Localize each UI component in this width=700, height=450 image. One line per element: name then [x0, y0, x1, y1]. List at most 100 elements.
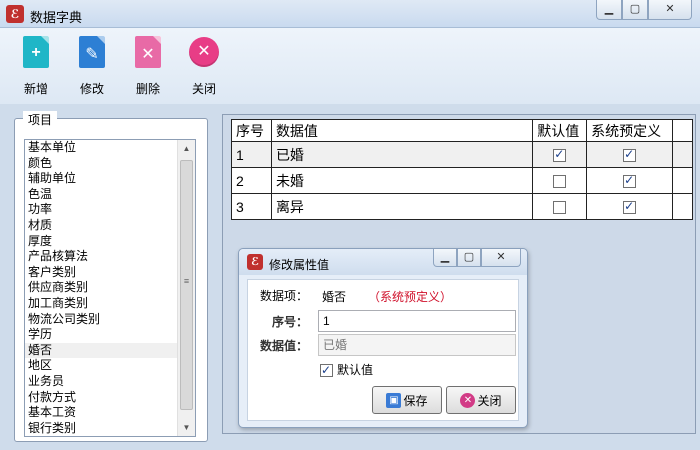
col-header-filler	[671, 119, 694, 142]
list-item[interactable]: 银行类别	[25, 421, 177, 436]
dialog-title-bar: ℰ 修改属性值 ▁ ▢ ✕	[239, 249, 527, 275]
col-header-system[interactable]: 系统预定义	[586, 119, 673, 142]
close-circle-icon: ✕	[189, 37, 219, 67]
grip-icon: ≡	[183, 276, 190, 286]
delete-button[interactable]: ✕ 删除	[124, 36, 172, 97]
list-item[interactable]: 付款方式	[25, 390, 177, 406]
table-row[interactable]: 3 离异	[231, 193, 694, 220]
col-header-seq[interactable]: 序号	[231, 119, 272, 142]
cell-filler	[671, 193, 694, 220]
items-scrollbar[interactable]: ▲ ≡ ▼	[177, 140, 195, 436]
data-item-value: 婚否	[322, 290, 347, 304]
data-value-input[interactable]: 已婚	[318, 334, 516, 356]
dialog-close-window-button[interactable]: ✕	[481, 249, 521, 267]
items-listbox[interactable]: 基本单位 颜色 辅助单位 色温 功率 材质 厚度 产品核算法 客户类别 供应商类别 加工商类别 物流公…	[24, 139, 196, 437]
edit-property-dialog: ℰ 修改属性值 ▁ ▢ ✕ 数据项： 婚否 （系统预定义） 序号： 1 数据值：…	[238, 248, 528, 428]
items-group-legend: 项目	[23, 111, 58, 128]
toolbar: + 新增 ✎ 修改 ✕ 删除 ✕ 关闭	[0, 28, 700, 104]
close-button-label: 关闭	[191, 82, 216, 96]
list-item[interactable]: 物流公司类别	[25, 312, 177, 328]
default-value-checkbox[interactable]	[320, 362, 333, 378]
cell-value[interactable]: 未婚	[270, 167, 534, 194]
cell-seq[interactable]: 1	[231, 141, 272, 168]
window-title-bar: ℰ 数据字典 ▁ ▢ ✕	[0, 0, 700, 28]
close-button[interactable]: ✕ 关闭	[180, 36, 228, 97]
default-checkbox[interactable]	[553, 147, 567, 163]
default-checkbox[interactable]	[553, 175, 567, 189]
dialog-title: 修改属性值	[269, 258, 330, 272]
list-item[interactable]: 颜色	[25, 156, 177, 172]
add-document-icon: +	[23, 36, 49, 68]
list-item[interactable]: 基本工资	[25, 405, 177, 421]
list-item[interactable]: 婚否	[25, 342, 177, 359]
dialog-minimize-button[interactable]: ▁	[433, 249, 457, 267]
items-group: 项目 基本单位 颜色 辅助单位 色温 功率 材质 厚度 产品核算法 客户类别 供应商类别 加工商类别…	[14, 111, 208, 442]
cell-default[interactable]	[532, 193, 588, 220]
app-logo-icon: ℰ	[6, 5, 24, 23]
seq-input[interactable]: 1	[318, 310, 516, 332]
cell-filler	[671, 141, 694, 168]
list-item[interactable]: 供应商类别	[25, 280, 177, 296]
scroll-up-arrow-icon[interactable]: ▲	[178, 140, 195, 157]
add-button[interactable]: + 新增	[12, 36, 60, 97]
list-item[interactable]: 学历	[25, 327, 177, 343]
default-value-checkbox-row[interactable]: 默认值	[320, 362, 373, 378]
cell-value[interactable]: 离异	[270, 193, 534, 220]
scroll-down-arrow-icon[interactable]: ▼	[178, 419, 195, 436]
cell-value[interactable]: 已婚	[270, 141, 534, 168]
list-item[interactable]: 产品核算法	[25, 249, 177, 265]
edit-document-icon: ✎	[79, 36, 105, 68]
cell-system[interactable]	[586, 193, 673, 220]
col-header-default[interactable]: 默认值	[532, 119, 588, 142]
list-item[interactable]: 厚度	[25, 234, 177, 250]
dialog-close-button[interactable]: ✕ 关闭	[446, 386, 516, 414]
delete-document-icon: ✕	[135, 36, 161, 68]
list-item[interactable]: 材质	[25, 218, 177, 234]
cell-system[interactable]	[586, 141, 673, 168]
list-item[interactable]: 功率	[25, 202, 177, 218]
list-item[interactable]: 地区	[25, 358, 177, 374]
window-title: 数据字典	[30, 10, 83, 25]
system-defined-tag: （系统预定义）	[368, 290, 453, 304]
system-checkbox[interactable]	[623, 173, 637, 189]
seq-label: 序号：	[271, 315, 308, 329]
close-circle-icon: ✕	[460, 392, 476, 408]
edit-button[interactable]: ✎ 修改	[68, 36, 116, 97]
edit-button-label: 修改	[79, 82, 104, 96]
col-header-value[interactable]: 数据值	[270, 119, 534, 142]
list-item[interactable]: 色温	[25, 187, 177, 203]
add-button-label: 新增	[23, 82, 48, 96]
list-item[interactable]: 客户类别	[25, 265, 177, 281]
list-item[interactable]: 加工商类别	[25, 296, 177, 312]
data-value-label: 数据值：	[259, 339, 308, 353]
list-item[interactable]: 辅助单位	[25, 171, 177, 187]
dialog-app-icon: ℰ	[247, 254, 263, 270]
list-item[interactable]: 基本单位	[25, 140, 177, 156]
save-button-label: 保存	[403, 393, 428, 408]
data-item-label: 数据项：	[259, 289, 308, 303]
dialog-body: 数据项： 婚否 （系统预定义） 序号： 1 数据值： 已婚 默认值 ▣保存 ✕关…	[247, 279, 519, 421]
system-checkbox[interactable]	[623, 147, 637, 163]
cell-default[interactable]	[532, 141, 588, 168]
system-checkbox[interactable]	[623, 199, 637, 215]
data-grid: 序号 数据值 默认值 系统预定义 1已婚2未婚3离异	[231, 119, 694, 220]
cell-seq[interactable]: 2	[231, 167, 272, 194]
delete-button-label: 删除	[135, 82, 160, 96]
default-checkbox[interactable]	[553, 201, 567, 215]
close-window-button[interactable]: ✕	[648, 0, 692, 20]
table-row[interactable]: 2 未婚	[231, 167, 694, 194]
save-button[interactable]: ▣ 保存	[372, 386, 442, 414]
minimize-button[interactable]: ▁	[596, 0, 622, 20]
dialog-close-button-label: 关闭	[477, 393, 502, 408]
cell-system[interactable]	[586, 167, 673, 194]
cell-filler	[671, 167, 694, 194]
maximize-button[interactable]: ▢	[622, 0, 648, 20]
scroll-thumb[interactable]: ≡	[180, 160, 193, 410]
list-item[interactable]: 业务员	[25, 374, 177, 390]
save-disk-icon: ▣	[386, 392, 402, 408]
dialog-maximize-button[interactable]: ▢	[457, 249, 481, 267]
default-value-label: 默认值	[337, 363, 374, 377]
cell-default[interactable]	[532, 167, 588, 194]
cell-seq[interactable]: 3	[231, 193, 272, 220]
table-row[interactable]: 1 已婚	[231, 141, 694, 168]
